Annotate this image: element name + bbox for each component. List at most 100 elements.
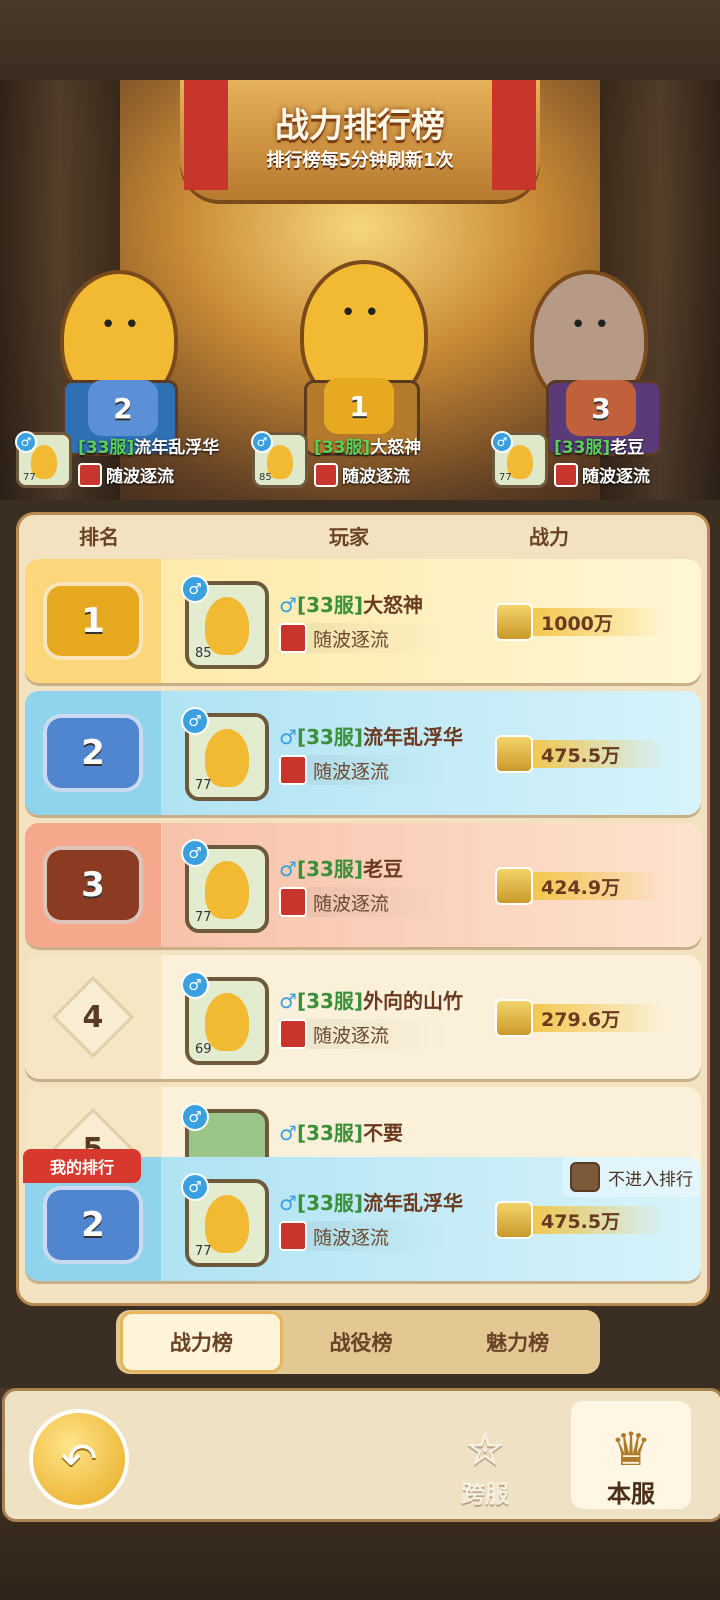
tab-campaign[interactable]: 战役榜: [283, 1314, 440, 1370]
rank-cell: 1: [25, 559, 161, 683]
guild-name: 随波逐流: [313, 760, 390, 783]
player-name: 老豆: [363, 857, 404, 881]
podium-card-2[interactable]: ♂ 77 [33服]流年乱浮华 随波逐流: [15, 426, 220, 494]
avatar: ♂ 77: [491, 431, 548, 488]
male-symbol-icon: ♂: [279, 857, 297, 881]
player-name: 流年乱浮华: [363, 1191, 464, 1215]
sword-shield-icon: [495, 1201, 533, 1239]
guild-name: 随波逐流: [582, 467, 650, 487]
silver-rank-badge: 2: [43, 714, 143, 792]
col-power: 战力: [529, 524, 569, 549]
table-header: 排名 玩家 战力: [19, 515, 707, 555]
rank-cell: 2: [25, 691, 161, 815]
tab-power[interactable]: 战力榜: [120, 1311, 283, 1373]
table-row[interactable]: 1 ♂ 85 ♂[33服]大怒神 随波逐流 1000万: [25, 559, 701, 683]
guild-icon: [554, 462, 578, 487]
power-display: 424.9万: [495, 867, 665, 905]
player-name-line: ♂[33服]流年乱浮华: [279, 721, 463, 750]
guild-icon: [279, 1221, 307, 1251]
rank-diamond: 4: [51, 975, 135, 1059]
server-tag: [33服]: [314, 438, 371, 458]
crown-icon: ♛: [610, 1422, 652, 1476]
server-tag: [33服]: [296, 725, 364, 749]
rank-cell: 4: [25, 955, 161, 1079]
ranking-panel: 排名 玩家 战力 1 ♂ 85 ♂[33服]大怒神 随波逐流 1000万 2 ♂…: [16, 512, 710, 1306]
my-rank-label: 我的排行: [23, 1149, 141, 1183]
player-name: 老豆: [610, 438, 645, 458]
avatar: ♂ 77: [15, 431, 72, 488]
male-icon: ♂: [15, 431, 37, 453]
level-label: 69: [195, 1042, 212, 1057]
table-row[interactable]: 4 ♂ 69 ♂[33服]外向的山竹 随波逐流 279.6万: [25, 955, 701, 1079]
male-icon: ♂: [181, 1103, 209, 1131]
ranking-tabs: 战力榜 战役榜 魅力榜: [116, 1310, 600, 1374]
level-label: 77: [195, 910, 212, 925]
server-tag: [33服]: [78, 438, 135, 458]
player-name: 流年乱浮华: [363, 725, 464, 749]
avatar-character: [205, 1195, 249, 1253]
player-name: 不要: [363, 1121, 404, 1145]
male-symbol-icon: ♂: [279, 725, 297, 749]
male-symbol-icon: ♂: [279, 1121, 297, 1145]
cross-server-label: 跨服: [461, 1480, 509, 1508]
level-label: 85: [259, 472, 272, 483]
male-icon: ♂: [491, 431, 513, 453]
avatar[interactable]: ♂ 77: [181, 839, 269, 933]
level-label: 77: [195, 778, 212, 793]
player-name-line: ♂[33服]大怒神: [279, 589, 423, 618]
star-crown-icon: ✮: [465, 1422, 505, 1476]
guild-name: 随波逐流: [342, 467, 410, 487]
player-name-line: ♂[33服]老豆: [279, 853, 403, 882]
sword-shield-icon: [495, 999, 533, 1037]
sword-shield-icon: [495, 867, 533, 905]
avatar[interactable]: ♂ 77: [181, 1173, 269, 1267]
opt-out-label: 不进入排行: [608, 1169, 693, 1190]
male-icon: ♂: [181, 839, 209, 867]
gold-rank-badge: 1: [43, 582, 143, 660]
power-value: 475.5万: [527, 1206, 665, 1234]
player-name: 大怒神: [370, 438, 422, 458]
power-value: 475.5万: [527, 740, 665, 768]
tab-charm[interactable]: 魅力榜: [439, 1314, 596, 1370]
power-display: 475.5万: [495, 735, 665, 773]
avatar[interactable]: ♂ 85: [181, 575, 269, 669]
server-tag: [33服]: [296, 1121, 364, 1145]
male-symbol-icon: ♂: [279, 989, 297, 1013]
player-name: 大怒神: [363, 593, 424, 617]
avatar[interactable]: ♂ 69: [181, 971, 269, 1065]
podium-card-1[interactable]: ♂ 85 [33服]大怒神 随波逐流: [251, 426, 422, 494]
server-tag: [33服]: [554, 438, 611, 458]
power-display: 279.6万: [495, 999, 665, 1037]
player-name-line: ♂[33服]外向的山竹: [279, 985, 463, 1014]
rank-number: 4: [82, 999, 104, 1035]
guild-icon: [279, 623, 307, 653]
power-value: 279.6万: [527, 1004, 665, 1032]
col-player: 玩家: [329, 524, 369, 549]
back-arrow-icon[interactable]: ↶: [29, 1409, 129, 1509]
cross-server-button[interactable]: ✮ 跨服: [425, 1401, 545, 1509]
server-tag: [33服]: [296, 857, 364, 881]
avatar-character: [205, 861, 249, 919]
avatar-character: [205, 597, 249, 655]
ranking-list[interactable]: 1 ♂ 85 ♂[33服]大怒神 随波逐流 1000万 2 ♂ 77 ♂[33服…: [19, 555, 707, 1175]
server-tag: [33服]: [296, 989, 364, 1013]
server-tag: [33服]: [296, 593, 364, 617]
guild-line: 随波逐流: [279, 1221, 449, 1251]
opt-out-toggle[interactable]: 不进入排行: [562, 1157, 701, 1197]
level-label: 77: [23, 472, 36, 483]
silver-rank-badge: 2: [43, 1186, 143, 1264]
power-display: 1000万: [495, 603, 665, 641]
page-title: 战力排行榜: [275, 106, 445, 146]
guild-line: 随波逐流: [279, 623, 449, 653]
guild-name: 随波逐流: [313, 628, 390, 651]
male-symbol-icon: ♂: [279, 1191, 297, 1215]
refresh-note: 排行榜每5分钟刷新1次: [266, 150, 454, 171]
table-row[interactable]: 3 ♂ 77 ♂[33服]老豆 随波逐流 424.9万: [25, 823, 701, 947]
local-server-button[interactable]: ♛ 本服: [571, 1401, 691, 1509]
podium-card-3[interactable]: ♂ 77 [33服]老豆 随波逐流: [491, 426, 650, 494]
table-row[interactable]: 2 ♂ 77 ♂[33服]流年乱浮华 随波逐流 475.5万: [25, 691, 701, 815]
player-name: 流年乱浮华: [134, 438, 220, 458]
avatar[interactable]: ♂ 77: [181, 707, 269, 801]
avatar-character: [205, 729, 249, 787]
checkbox-icon[interactable]: [570, 1162, 600, 1192]
